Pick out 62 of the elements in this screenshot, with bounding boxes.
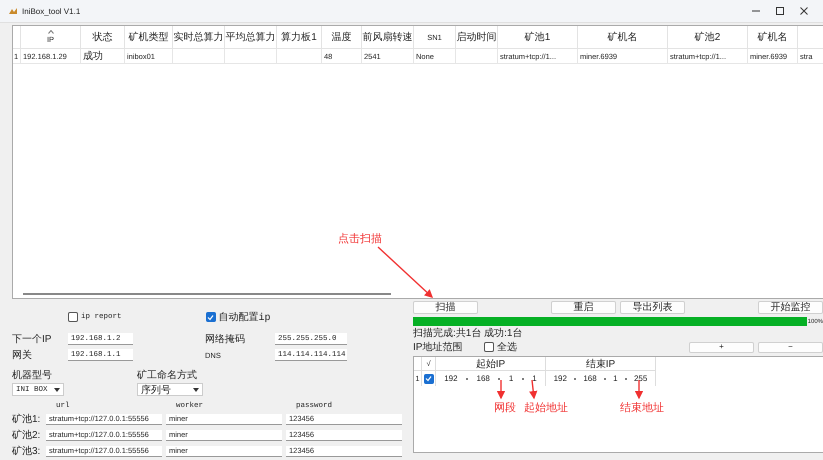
octet-field[interactable]: 168: [583, 374, 597, 383]
pool-label: 矿池3:: [12, 444, 42, 458]
annotation-arrow: [634, 380, 644, 400]
range-label: IP地址范围: [413, 340, 464, 354]
scan-status: 扫描完成:共1台 成功:1台: [413, 328, 524, 339]
action-button[interactable]: 导出列表: [620, 301, 685, 314]
checkbox[interactable]: [206, 312, 216, 322]
octet-field[interactable]: 192: [554, 374, 567, 383]
column-header: 起始IP: [476, 358, 506, 370]
sort-icon: [48, 30, 54, 34]
column-header[interactable]: 矿机名: [758, 30, 788, 44]
checkbox[interactable]: [424, 374, 434, 384]
field-label: 网络掩码: [204, 333, 246, 346]
checkbox[interactable]: [484, 342, 494, 352]
column-header[interactable]: 算力板1: [281, 30, 317, 44]
annotation-text: 网段: [494, 401, 516, 415]
annotation-text: 点击扫描: [338, 232, 382, 246]
pool-label: 矿池2:: [12, 428, 42, 442]
checkbox-label: 全选: [497, 340, 517, 354]
octet-field[interactable]: 192: [444, 374, 458, 383]
dropdown[interactable]: 序列号: [137, 383, 203, 396]
column-header[interactable]: 状态: [92, 30, 112, 44]
action-button[interactable]: 扫描: [413, 301, 478, 314]
remove-button[interactable]: −: [758, 342, 823, 352]
column-header[interactable]: 平均总算力: [226, 30, 276, 44]
column-header[interactable]: 矿机名: [608, 30, 638, 44]
dropdown-label: 机器型号: [12, 368, 53, 382]
annotation-arrow: [378, 246, 434, 298]
dropdown-label: 矿工命名方式: [137, 368, 198, 382]
action-button[interactable]: 开始监控: [758, 301, 823, 314]
field-label: 下一个IP: [12, 333, 52, 346]
checkbox-label: 自动配置ip: [218, 310, 271, 324]
column-header[interactable]: 矿池2: [694, 30, 720, 44]
annotation-text: 起始地址: [524, 401, 568, 415]
annotation-arrow: [529, 380, 538, 400]
maximize-icon[interactable]: [775, 6, 785, 16]
column-header[interactable]: 矿池1: [524, 30, 550, 44]
checkbox[interactable]: [68, 312, 78, 322]
table-cell-text: 成功: [83, 50, 103, 63]
caret-icon: [193, 388, 199, 392]
octet-field[interactable]: 255: [634, 374, 648, 383]
column-header[interactable]: 启动时间: [456, 30, 496, 44]
field-label: 网关: [12, 348, 33, 362]
octet-field[interactable]: 168: [476, 374, 490, 383]
window-title: IniBox_tool V1.1: [22, 6, 80, 16]
annotation-arrow: [496, 380, 506, 400]
action-button[interactable]: 重启: [551, 301, 616, 314]
octet-field[interactable]: 1: [508, 374, 514, 383]
annotation-text: 结束地址: [620, 401, 664, 415]
caret-icon: [54, 388, 60, 392]
column-header: 结束IP: [586, 358, 616, 370]
column-header[interactable]: 矿机类型: [128, 30, 168, 44]
column-header[interactable]: 前风扇转速: [362, 30, 412, 44]
octet-field[interactable]: 1: [613, 374, 618, 383]
column-header[interactable]: 实时总算力: [174, 30, 224, 44]
close-icon[interactable]: [799, 6, 809, 16]
app-icon: [8, 6, 18, 16]
octet-field[interactable]: 1: [532, 374, 537, 383]
pool-label: 矿池1:: [12, 412, 42, 426]
column-header[interactable]: 温度: [332, 30, 352, 44]
horizontal-scrollbar[interactable]: [23, 293, 391, 295]
add-button[interactable]: +: [689, 342, 754, 352]
